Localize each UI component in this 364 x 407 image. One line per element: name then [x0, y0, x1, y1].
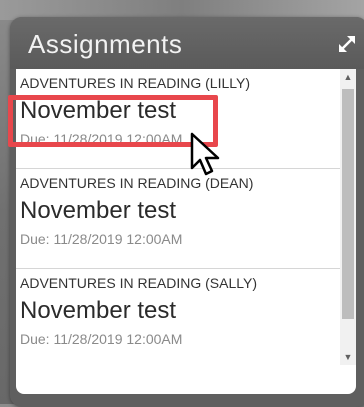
- assignment-title[interactable]: November test: [20, 297, 176, 325]
- assignment-class: ADVENTURES IN READING (SALLY): [20, 275, 258, 291]
- assignment-class: ADVENTURES IN READING (LILLY): [20, 75, 251, 91]
- chevron-down-icon[interactable]: ▼: [340, 349, 356, 365]
- widget-title: Assignments: [28, 29, 183, 59]
- scrollbar-thumb[interactable]: [342, 89, 354, 319]
- assignments-widget: Assignments ADVENTURES IN READING (LILLY…: [10, 17, 364, 407]
- assignment-title[interactable]: November test: [20, 197, 176, 225]
- list-scrollbar[interactable]: ▲ ▼: [340, 69, 356, 365]
- assignment-item[interactable]: ADVENTURES IN READING (DEAN) November te…: [16, 169, 340, 269]
- assignment-due-date: Due: 11/28/2019 12:00AM: [20, 231, 183, 247]
- chevron-up-icon[interactable]: ▲: [340, 69, 356, 85]
- assignment-due-date: Due: 11/28/2019 12:00AM: [20, 331, 183, 347]
- expand-icon[interactable]: [336, 33, 358, 55]
- widget-header: Assignments: [10, 17, 364, 69]
- assignment-item[interactable]: ADVENTURES IN READING (SALLY) November t…: [16, 269, 340, 365]
- highlight-box: [8, 95, 218, 147]
- mouse-pointer-icon: [190, 132, 220, 176]
